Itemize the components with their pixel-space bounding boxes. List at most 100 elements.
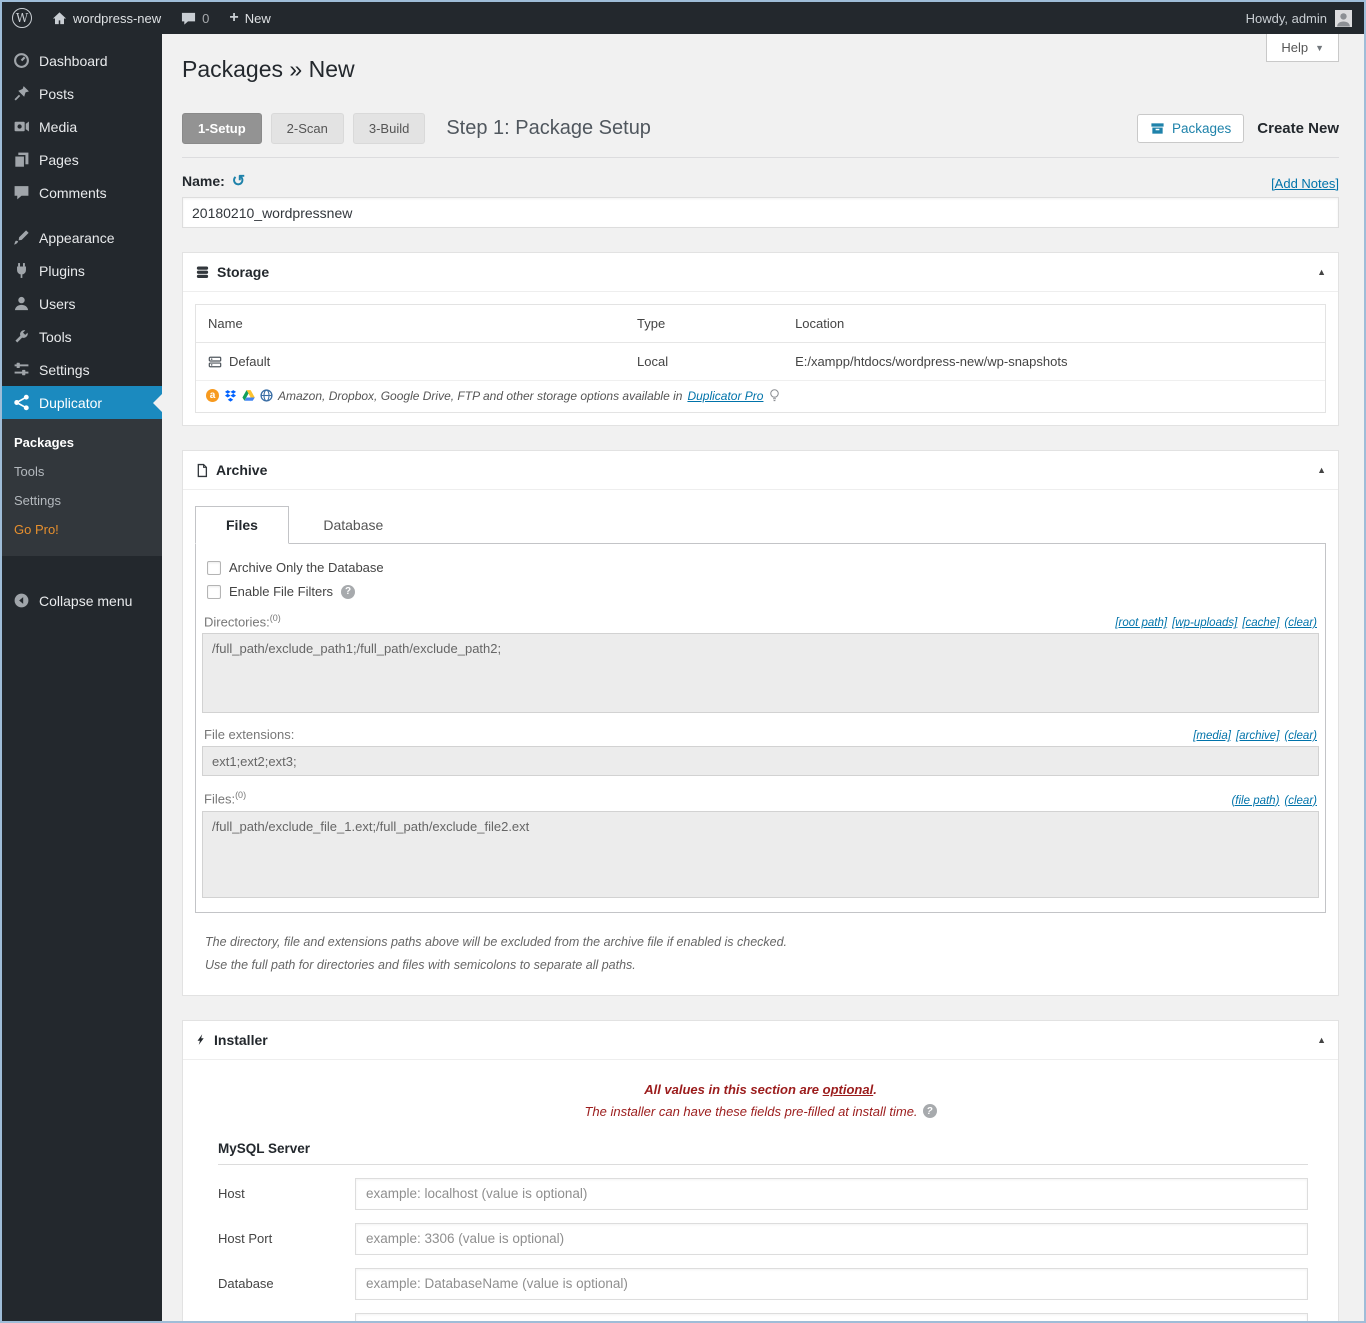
archive-only-database-label: Archive Only the Database	[229, 560, 384, 575]
prefill-note: The installer can have these fields pre-…	[584, 1104, 917, 1119]
mysql-server-header: MySQL Server	[218, 1141, 1308, 1165]
main-content: Help ▼ Packages » New 1-Setup 2-Scan 3-B…	[162, 34, 1364, 1323]
submenu-item-go-pro[interactable]: Go Pro!	[2, 515, 162, 544]
add-notes-link[interactable]: [Add Notes]	[1271, 176, 1339, 191]
clear-extensions-link[interactable]: (clear)	[1284, 730, 1317, 742]
archive-only-database-checkbox[interactable]	[207, 561, 221, 575]
sidebar-item-dashboard[interactable]: Dashboard	[2, 44, 162, 77]
sliders-icon	[13, 361, 30, 378]
storage-title: Storage	[217, 264, 269, 280]
file-extensions-label: File extensions:	[204, 727, 294, 742]
database-input[interactable]	[355, 1268, 1308, 1300]
submenu-item-settings[interactable]: Settings	[2, 486, 162, 515]
lightning-bolt-icon	[195, 1032, 207, 1047]
column-header: Name	[196, 305, 625, 343]
sidebar-item-duplicator[interactable]: Duplicator	[2, 386, 162, 419]
packages-button[interactable]: Packages	[1137, 114, 1244, 143]
collapse-arrow-icon[interactable]: ▲	[1317, 267, 1326, 277]
sidebar-item-users[interactable]: Users	[2, 287, 162, 320]
help-button[interactable]: Help ▼	[1266, 34, 1339, 62]
collapse-arrow-icon[interactable]: ▲	[1317, 1035, 1326, 1045]
share-icon	[13, 394, 30, 411]
packages-button-label: Packages	[1172, 121, 1231, 136]
collapse-menu-label: Collapse menu	[39, 593, 132, 609]
tab-step-setup[interactable]: 1-Setup	[182, 113, 262, 144]
user-icon	[13, 295, 30, 312]
collapse-menu-button[interactable]: Collapse menu	[2, 584, 162, 617]
steps-row: 1-Setup 2-Scan 3-Build Step 1: Package S…	[182, 113, 1339, 144]
undo-icon[interactable]: ↺	[232, 171, 245, 191]
site-menu[interactable]: wordpress-new	[42, 2, 171, 34]
enable-file-filters-label: Enable File Filters	[229, 584, 333, 599]
wordpress-logo-menu[interactable]: W	[2, 2, 42, 34]
new-content-menu[interactable]: + New	[219, 2, 280, 34]
clear-files-link[interactable]: (clear)	[1284, 795, 1317, 807]
media-icon	[13, 118, 30, 135]
wordpress-admin-screen: W wordpress-new 0 + New Howdy, admin	[0, 0, 1366, 1323]
name-label: Name:	[182, 173, 225, 189]
enable-file-filters-checkbox[interactable]	[207, 585, 221, 599]
submenu-item-packages[interactable]: Packages	[2, 428, 162, 457]
avatar[interactable]	[1335, 10, 1352, 27]
host-port-input[interactable]	[355, 1223, 1308, 1255]
sidebar-item-label: Pages	[39, 152, 79, 168]
file-path-link[interactable]: (file path)	[1231, 795, 1279, 807]
database-icon	[195, 265, 210, 280]
header-divider	[182, 157, 1339, 158]
tab-files[interactable]: Files	[195, 506, 289, 544]
wp-uploads-link[interactable]: [wp-uploads]	[1172, 617, 1237, 629]
sidebar-item-appearance[interactable]: Appearance	[2, 221, 162, 254]
sidebar-item-media[interactable]: Media	[2, 110, 162, 143]
sidebar-item-label: Dashboard	[39, 53, 108, 69]
tab-step-build[interactable]: 3-Build	[353, 113, 425, 144]
page-title: Packages » New	[182, 34, 1339, 83]
create-new-label: Create New	[1257, 120, 1339, 137]
help-question-icon[interactable]: ?	[341, 585, 355, 599]
pushpin-icon	[13, 85, 30, 102]
host-port-label: Host Port	[218, 1231, 355, 1246]
package-name-input[interactable]	[182, 197, 1339, 228]
installer-section: Installer ▲ All values in this section a…	[182, 1020, 1339, 1323]
archive-box-icon	[1150, 121, 1165, 136]
sidebar-item-label: Media	[39, 119, 77, 135]
archive-link[interactable]: [archive]	[1236, 730, 1279, 742]
tab-database[interactable]: Database	[293, 507, 413, 543]
clear-directories-link[interactable]: (clear)	[1284, 617, 1317, 629]
sidebar-item-tools[interactable]: Tools	[2, 320, 162, 353]
directories-textarea[interactable]: /full_path/exclude_path1;/full_path/excl…	[202, 633, 1319, 713]
sidebar-item-label: Duplicator	[39, 395, 102, 411]
admin-sidebar: Dashboard Posts Media	[2, 34, 162, 1321]
submenu-item-tools[interactable]: Tools	[2, 457, 162, 486]
help-label: Help	[1281, 40, 1308, 55]
sidebar-item-label: Posts	[39, 86, 74, 102]
home-icon	[52, 11, 67, 26]
comments-icon	[13, 184, 30, 201]
sidebar-item-pages[interactable]: Pages	[2, 143, 162, 176]
storage-name-cell: Default	[229, 354, 270, 369]
avatar-icon	[1335, 10, 1352, 27]
howdy-text[interactable]: Howdy, admin	[1246, 11, 1327, 26]
sidebar-item-settings[interactable]: Settings	[2, 353, 162, 386]
storage-type-cell: Local	[625, 343, 783, 381]
sidebar-item-plugins[interactable]: Plugins	[2, 254, 162, 287]
tab-step-scan[interactable]: 2-Scan	[271, 113, 344, 144]
user-input[interactable]	[355, 1313, 1308, 1323]
cache-link[interactable]: [cache]	[1242, 617, 1279, 629]
new-label: New	[245, 11, 271, 26]
pages-icon	[13, 151, 30, 168]
sidebar-item-label: Tools	[39, 329, 72, 345]
duplicator-pro-link[interactable]: Duplicator Pro	[687, 389, 763, 403]
comments-menu[interactable]: 0	[171, 2, 219, 34]
host-input[interactable]	[355, 1178, 1308, 1210]
sidebar-item-comments[interactable]: Comments	[2, 176, 162, 209]
sidebar-item-posts[interactable]: Posts	[2, 77, 162, 110]
globe-icon	[260, 389, 273, 402]
file-extensions-input[interactable]: ext1;ext2;ext3;	[202, 746, 1319, 776]
root-path-link[interactable]: [root path]	[1115, 617, 1167, 629]
help-question-icon[interactable]: ?	[923, 1104, 937, 1118]
collapse-arrow-icon[interactable]: ▲	[1317, 465, 1326, 475]
archive-note-line2: Use the full path for directories and fi…	[205, 954, 1326, 977]
media-link[interactable]: [media]	[1193, 730, 1231, 742]
collapse-circle-icon	[13, 592, 30, 609]
files-textarea[interactable]: /full_path/exclude_file_1.ext;/full_path…	[202, 811, 1319, 898]
